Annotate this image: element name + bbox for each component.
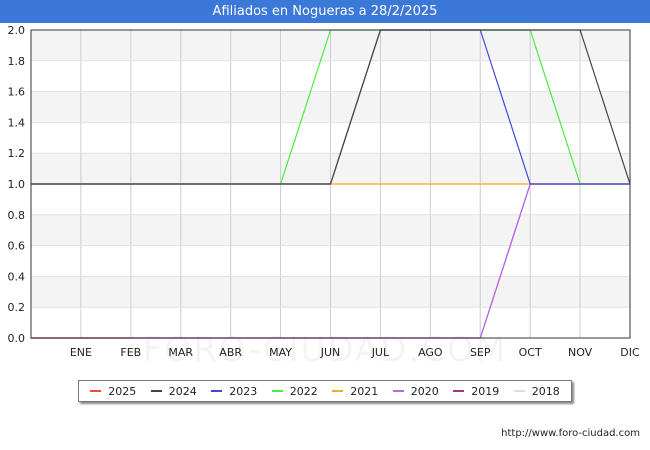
y-tick-label: 2.0 <box>8 24 26 37</box>
x-tick-label: OCT <box>519 346 542 359</box>
y-tick-label: 1.6 <box>8 86 26 99</box>
legend-label: 2019 <box>471 384 500 398</box>
legend: 2025 2024 2023 2022 2021 2020 2019 2018 <box>78 380 572 402</box>
legend-swatch <box>150 390 162 392</box>
legend-label: 2022 <box>289 384 318 398</box>
legend-item-2025: 2025 <box>90 385 136 398</box>
legend-label: 2021 <box>350 384 379 398</box>
legend-label: 2025 <box>108 384 137 398</box>
legend-item-2019: 2019 <box>453 385 499 398</box>
legend-label: 2024 <box>168 384 197 398</box>
legend-swatch <box>453 390 465 392</box>
y-tick-label: 0.0 <box>8 332 26 345</box>
legend-item-2021: 2021 <box>332 385 378 398</box>
x-tick-label: FEB <box>120 346 141 359</box>
x-tick-labels: ENE FEB MAR ABR MAY JUN JUL AGO SEP OCT NOV DIC <box>70 346 640 359</box>
y-tick-label: 1.0 <box>8 178 26 191</box>
legend-swatch <box>90 390 102 392</box>
y-tick-labels: 0.0 0.2 0.4 0.6 0.8 1.0 1.2 1.4 1.6 1.8 2.0 <box>8 24 26 345</box>
legend-swatch <box>271 390 283 392</box>
legend-swatch <box>392 390 404 392</box>
y-tick-label: 0.2 <box>8 301 26 314</box>
legend-item-2022: 2022 <box>271 384 318 398</box>
legend-item-2018: 2018 <box>513 384 560 398</box>
x-tick-label: MAR <box>168 346 193 359</box>
x-tick-label: ENE <box>70 346 92 359</box>
x-tick-label: NOV <box>568 346 593 359</box>
line-chart: 0.0 0.2 0.4 0.6 0.8 1.0 1.2 1.4 1.6 1.8 2.0 ENE FEB… <box>8 24 641 359</box>
legend-item-2020: 2020 <box>392 384 439 398</box>
y-tick-label: 1.4 <box>8 116 26 129</box>
legend-swatch <box>211 390 223 392</box>
x-tick-label: JUN <box>320 346 341 359</box>
y-tick-label: 0.6 <box>8 240 26 253</box>
y-tick-label: 0.8 <box>8 209 26 222</box>
legend-label: 2023 <box>229 384 258 398</box>
legend-swatch <box>332 390 344 392</box>
source-url[interactable]: http://www.foro-ciudad.com <box>501 428 640 439</box>
y-tick-label: 1.2 <box>8 147 26 160</box>
legend-swatch <box>513 390 525 392</box>
y-tick-label: 0.4 <box>8 270 26 283</box>
x-tick-label: SEP <box>470 346 491 359</box>
x-tick-label: MAY <box>269 346 292 359</box>
legend-item-2023: 2023 <box>211 385 257 398</box>
x-tick-label: ABR <box>219 346 242 359</box>
legend-label: 2020 <box>410 384 439 398</box>
legend-label: 2018 <box>531 384 560 398</box>
y-tick-label: 1.8 <box>8 55 26 68</box>
legend-item-2024: 2024 <box>150 384 197 398</box>
x-tick-label: AGO <box>418 346 443 359</box>
x-tick-label: DIC <box>620 346 640 359</box>
x-tick-label: JUL <box>371 346 390 359</box>
